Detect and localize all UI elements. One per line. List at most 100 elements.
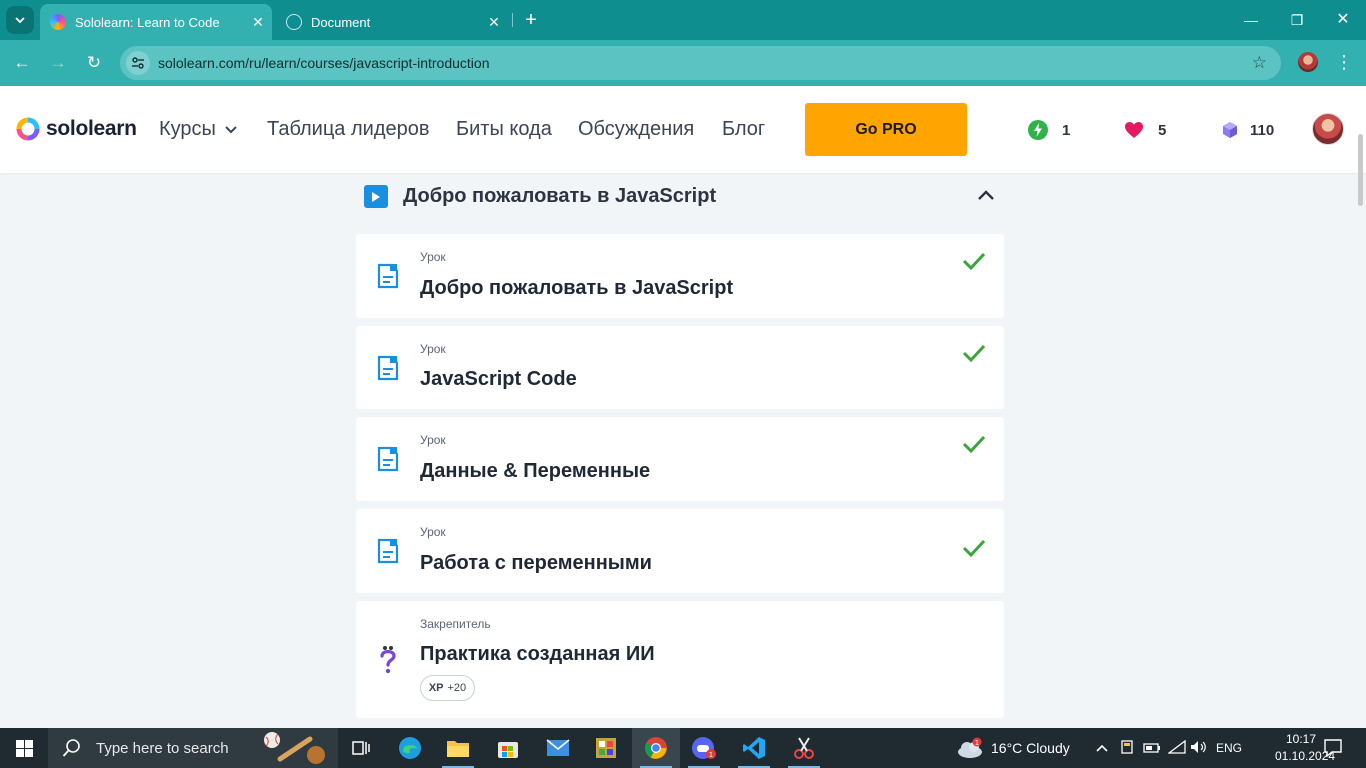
tab-sololearn[interactable]: Sololearn: Learn to Code ✕ [40,4,272,40]
weather-text[interactable]: 16°C Cloudy [991,740,1070,756]
close-window-button[interactable]: ✕ [1320,0,1366,40]
site-header: sololearn Курсы Таблица лидеров Биты код… [0,86,1366,173]
taskbar-app-grid[interactable] [582,728,630,768]
practice-title: Практика созданная ИИ [420,643,655,665]
streak-stat[interactable]: 1 [1028,120,1070,140]
gem-cube-icon [1220,120,1240,140]
tab-search-button[interactable] [6,6,34,34]
nav-blog[interactable]: Блог [722,118,765,141]
lesson-title: Данные & Переменные [420,460,651,482]
gems-count: 110 [1250,121,1275,139]
nav-discussions[interactable]: Обсуждения [578,118,694,141]
lesson-card[interactable]: Урок Добро пожаловать в JavaScript [356,234,1004,318]
browser-profile-avatar[interactable] [1298,52,1318,72]
restore-button[interactable]: ❐ [1274,0,1320,40]
lightning-icon [1028,120,1048,140]
completed-check-icon [962,344,988,364]
weather-cloud-icon[interactable]: 1 [956,737,984,759]
globe-icon [286,14,302,30]
input-language[interactable]: ENG [1216,741,1242,755]
new-tab-button[interactable]: + [518,6,544,34]
nav-courses[interactable]: Курсы [159,118,238,141]
forward-button[interactable]: → [44,49,72,77]
user-avatar[interactable] [1312,113,1344,145]
browser-menu-icon[interactable]: ⋮ [1334,49,1354,75]
completed-check-icon [962,539,988,559]
completed-check-icon [962,252,988,272]
taskbar-chrome[interactable] [632,728,680,768]
start-button[interactable] [0,728,48,768]
lesson-kind: Урок [420,250,446,264]
question-mark-icon [377,644,399,674]
sololearn-logo[interactable]: sololearn [16,117,137,141]
notifications-icon[interactable] [1324,739,1342,760]
lesson-kind: Урок [420,525,446,539]
taskbar-snipping-tool[interactable] [780,728,828,768]
edge-icon [399,737,421,759]
sololearn-favicon-icon [50,14,66,30]
taskbar-search[interactable]: Type here to search [48,728,338,768]
reload-button[interactable]: ↻ [80,49,108,77]
close-tab-icon[interactable]: ✕ [480,14,508,31]
windows-taskbar: Type here to search 1 1 16°C Cloudy ENG … [0,728,1366,768]
tab-title: Document [311,14,371,30]
gems-stat[interactable]: 110 [1220,120,1274,140]
taskbar-vscode[interactable] [730,728,778,768]
go-pro-button[interactable]: Go PRO [805,103,967,156]
xp-value: +20 [447,682,467,694]
hearts-count: 5 [1158,121,1167,139]
minimize-button[interactable]: — [1228,0,1274,40]
taskbar-discord[interactable]: 1 [680,728,728,768]
taskbar-store[interactable] [484,728,532,768]
lesson-card[interactable]: Урок JavaScript Code [356,326,1004,409]
completed-check-icon [962,435,988,455]
lesson-document-icon [377,446,399,472]
module-header[interactable]: Добро пожаловать в JavaScript [364,184,1004,208]
nav-courses-label: Курсы [159,118,216,140]
practice-card[interactable]: Закрепитель Практика созданная ИИ XP +20 [356,601,1004,718]
bookmark-star-icon[interactable]: ☆ [1252,53,1267,73]
task-view-icon [352,741,370,755]
browser-tab-bar: Sololearn: Learn to Code ✕ Document ✕ + … [0,0,1366,40]
lesson-document-icon [377,538,399,564]
xp-reward-chip: XP +20 [420,675,475,701]
back-button[interactable]: ← [8,49,36,77]
system-clock[interactable]: 10:17 01.10.2024 [1275,731,1336,765]
close-tab-icon[interactable]: ✕ [244,14,272,31]
svg-text:1: 1 [975,739,979,747]
xp-label: XP [428,682,444,694]
windows-logo-icon [15,739,33,757]
module-title: Добро пожаловать в JavaScript [403,185,717,207]
svg-text:1: 1 [709,751,713,759]
chevron-up-icon[interactable] [975,184,997,206]
tray-overflow-icon[interactable] [1095,740,1109,756]
scissors-icon [794,737,814,759]
lesson-kind: Урок [420,433,446,447]
clock-date: 01.10.2024 [1275,749,1336,763]
chat-app-icon: 1 [692,737,716,759]
store-icon [498,742,518,758]
hearts-stat[interactable]: 5 [1124,120,1166,140]
lesson-card[interactable]: Урок Работа с переменными [356,509,1004,593]
app-grid-icon [596,738,616,758]
volume-icon[interactable] [1190,740,1208,757]
site-settings-icon[interactable] [126,51,150,75]
nav-code-bits[interactable]: Биты кода [456,118,552,141]
wifi-icon[interactable] [1167,739,1186,757]
address-bar[interactable]: sololearn.com/ru/learn/courses/javascrip… [120,46,1281,80]
streak-count: 1 [1062,121,1071,139]
lesson-card[interactable]: Урок Данные & Переменные [356,417,1004,501]
address-url: sololearn.com/ru/learn/courses/javascrip… [158,55,490,71]
tab-document[interactable]: Document ✕ [276,4,508,40]
lesson-title: JavaScript Code [420,368,577,390]
logo-text: sololearn [46,117,137,140]
nav-leaderboard[interactable]: Таблица лидеров [267,118,429,141]
taskbar-file-explorer[interactable] [434,728,482,768]
page-scrollbar[interactable] [1358,134,1363,206]
battery-icon[interactable] [1143,741,1161,757]
language-switch-icon[interactable] [1119,739,1135,758]
taskbar-edge[interactable] [386,728,434,768]
task-view-button[interactable] [338,728,386,768]
taskbar-mail[interactable] [534,728,582,768]
sololearn-logo-icon [16,117,40,141]
